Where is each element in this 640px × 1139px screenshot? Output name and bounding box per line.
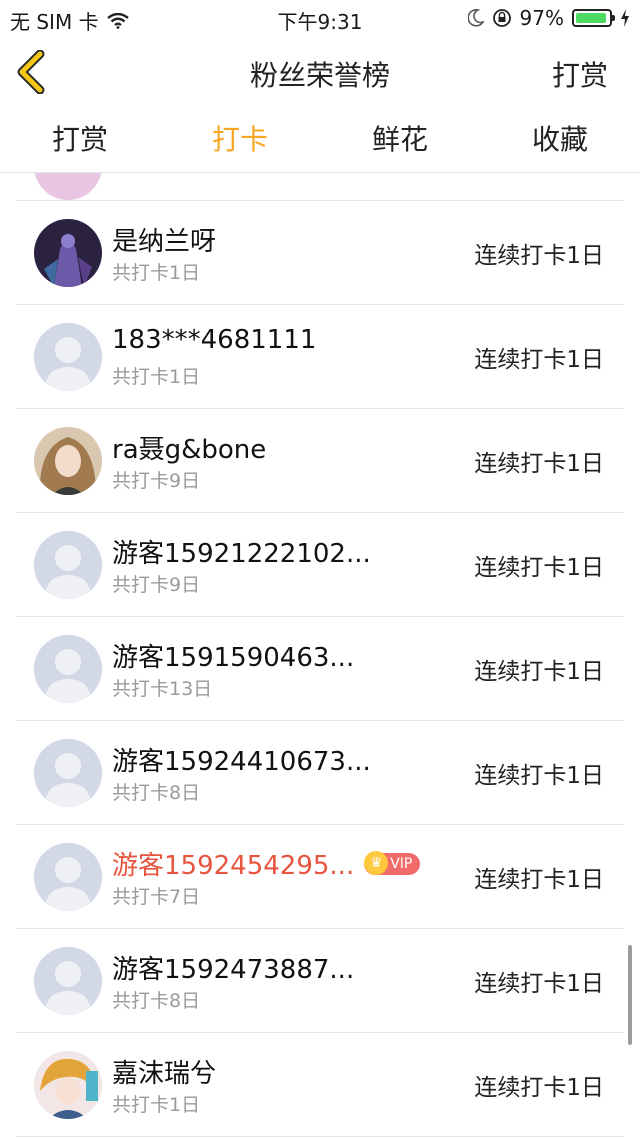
- total-checkins: 共打卡9日: [112, 574, 201, 596]
- avatar: [34, 323, 102, 391]
- streak-label: 连续打卡1日: [474, 347, 604, 373]
- list-item[interactable]: 183***4681111 共打卡1日 连续打卡1日: [16, 305, 624, 409]
- default-user-icon: [34, 323, 102, 391]
- navigation-bar: 粉丝荣誉榜 打赏: [0, 36, 640, 109]
- list-item[interactable]: 游客1592454295... ♛ VIP 共打卡7日 连续打卡1日: [16, 825, 624, 929]
- avatar: [34, 172, 102, 200]
- default-user-icon: [34, 843, 102, 911]
- default-user-icon: [34, 739, 102, 807]
- avatar: [34, 427, 102, 495]
- total-checkins: 共打卡8日: [112, 990, 201, 1012]
- rotation-lock-icon: [492, 9, 511, 27]
- total-checkins: 共打卡9日: [112, 470, 201, 492]
- total-checkins: 共打卡8日: [112, 782, 201, 804]
- total-checkins: 共打卡1日: [112, 366, 201, 388]
- reward-button[interactable]: 打赏: [552, 54, 608, 94]
- streak-label: 连续打卡1日: [474, 659, 604, 685]
- list-item[interactable]: 是纳兰呀 共打卡1日 连续打卡1日: [16, 201, 624, 305]
- list-item-partial: [16, 172, 624, 201]
- tab-checkin[interactable]: 打卡: [160, 108, 320, 172]
- user-name: 游客1591590463...: [112, 643, 355, 673]
- fan-list[interactable]: 是纳兰呀 共打卡1日 连续打卡1日 183***4681111 共打卡1日 连续…: [16, 172, 624, 1139]
- streak-label: 连续打卡1日: [474, 243, 604, 269]
- streak-label: 连续打卡1日: [474, 555, 604, 581]
- list-item[interactable]: 游客1591590463... 共打卡13日 连续打卡1日: [16, 617, 624, 721]
- page-title: 粉丝荣誉榜: [249, 59, 390, 92]
- tab-flowers[interactable]: 鲜花: [320, 108, 480, 172]
- moon-icon: [467, 9, 484, 27]
- avatar: [34, 219, 102, 287]
- list-item[interactable]: 游客15921222102... 共打卡9日 连续打卡1日: [16, 513, 624, 617]
- streak-label: 连续打卡1日: [474, 763, 604, 789]
- list-item[interactable]: 嘉沫瑞兮 共打卡1日 连续打卡1日: [16, 1033, 624, 1137]
- default-user-icon: [34, 947, 102, 1015]
- total-checkins: 共打卡13日: [112, 678, 213, 700]
- user-photo-icon: [34, 219, 102, 287]
- tab-bar: 打赏 打卡 鲜花 收藏: [0, 108, 640, 173]
- user-name: 是纳兰呀: [112, 227, 217, 257]
- list-item[interactable]: ra聂g&bone 共打卡9日 连续打卡1日: [16, 409, 624, 513]
- avatar: [34, 947, 102, 1015]
- avatar: [34, 635, 102, 703]
- scrollbar[interactable]: [628, 945, 632, 1045]
- battery-icon: [572, 9, 615, 27]
- user-name: 游客1592454295... ♛ VIP: [112, 845, 421, 882]
- user-name: 游客1592473887...: [112, 955, 355, 985]
- streak-label: 连续打卡1日: [474, 971, 604, 997]
- user-name: 游客15924410673...: [112, 747, 371, 777]
- list-item[interactable]: 游客15924410673... 共打卡8日 连续打卡1日: [16, 721, 624, 825]
- user-name: 游客15921222102...: [112, 539, 371, 569]
- tab-favorites[interactable]: 收藏: [480, 108, 640, 172]
- battery-percent: 97%: [519, 6, 564, 30]
- avatar: [34, 843, 102, 911]
- tab-reward[interactable]: 打赏: [0, 108, 160, 172]
- user-photo-icon: [34, 427, 102, 495]
- total-checkins: 共打卡7日: [112, 886, 201, 908]
- crown-icon: ♛: [364, 850, 389, 875]
- status-bar: 无 SIM 卡 下午9:31 97%: [0, 0, 640, 36]
- total-checkins: 共打卡1日: [112, 1094, 201, 1116]
- avatar: [34, 1051, 102, 1119]
- streak-label: 连续打卡1日: [474, 867, 604, 893]
- avatar: [34, 531, 102, 599]
- vip-badge: ♛ VIP: [364, 850, 421, 875]
- list-item[interactable]: 游客1592473887... 共打卡8日 连续打卡1日: [16, 929, 624, 1033]
- user-name: ra聂g&bone: [112, 435, 267, 465]
- user-name: 嘉沫瑞兮: [112, 1059, 217, 1089]
- total-checkins: 共打卡1日: [112, 262, 201, 284]
- avatar: [34, 739, 102, 807]
- streak-label: 连续打卡1日: [474, 451, 604, 477]
- default-user-icon: [34, 635, 102, 703]
- user-photo-icon: [34, 1051, 102, 1119]
- charging-icon: [621, 9, 629, 27]
- default-user-icon: [34, 531, 102, 599]
- user-name: 183***4681111: [112, 325, 317, 355]
- streak-label: 连续打卡1日: [474, 1075, 604, 1101]
